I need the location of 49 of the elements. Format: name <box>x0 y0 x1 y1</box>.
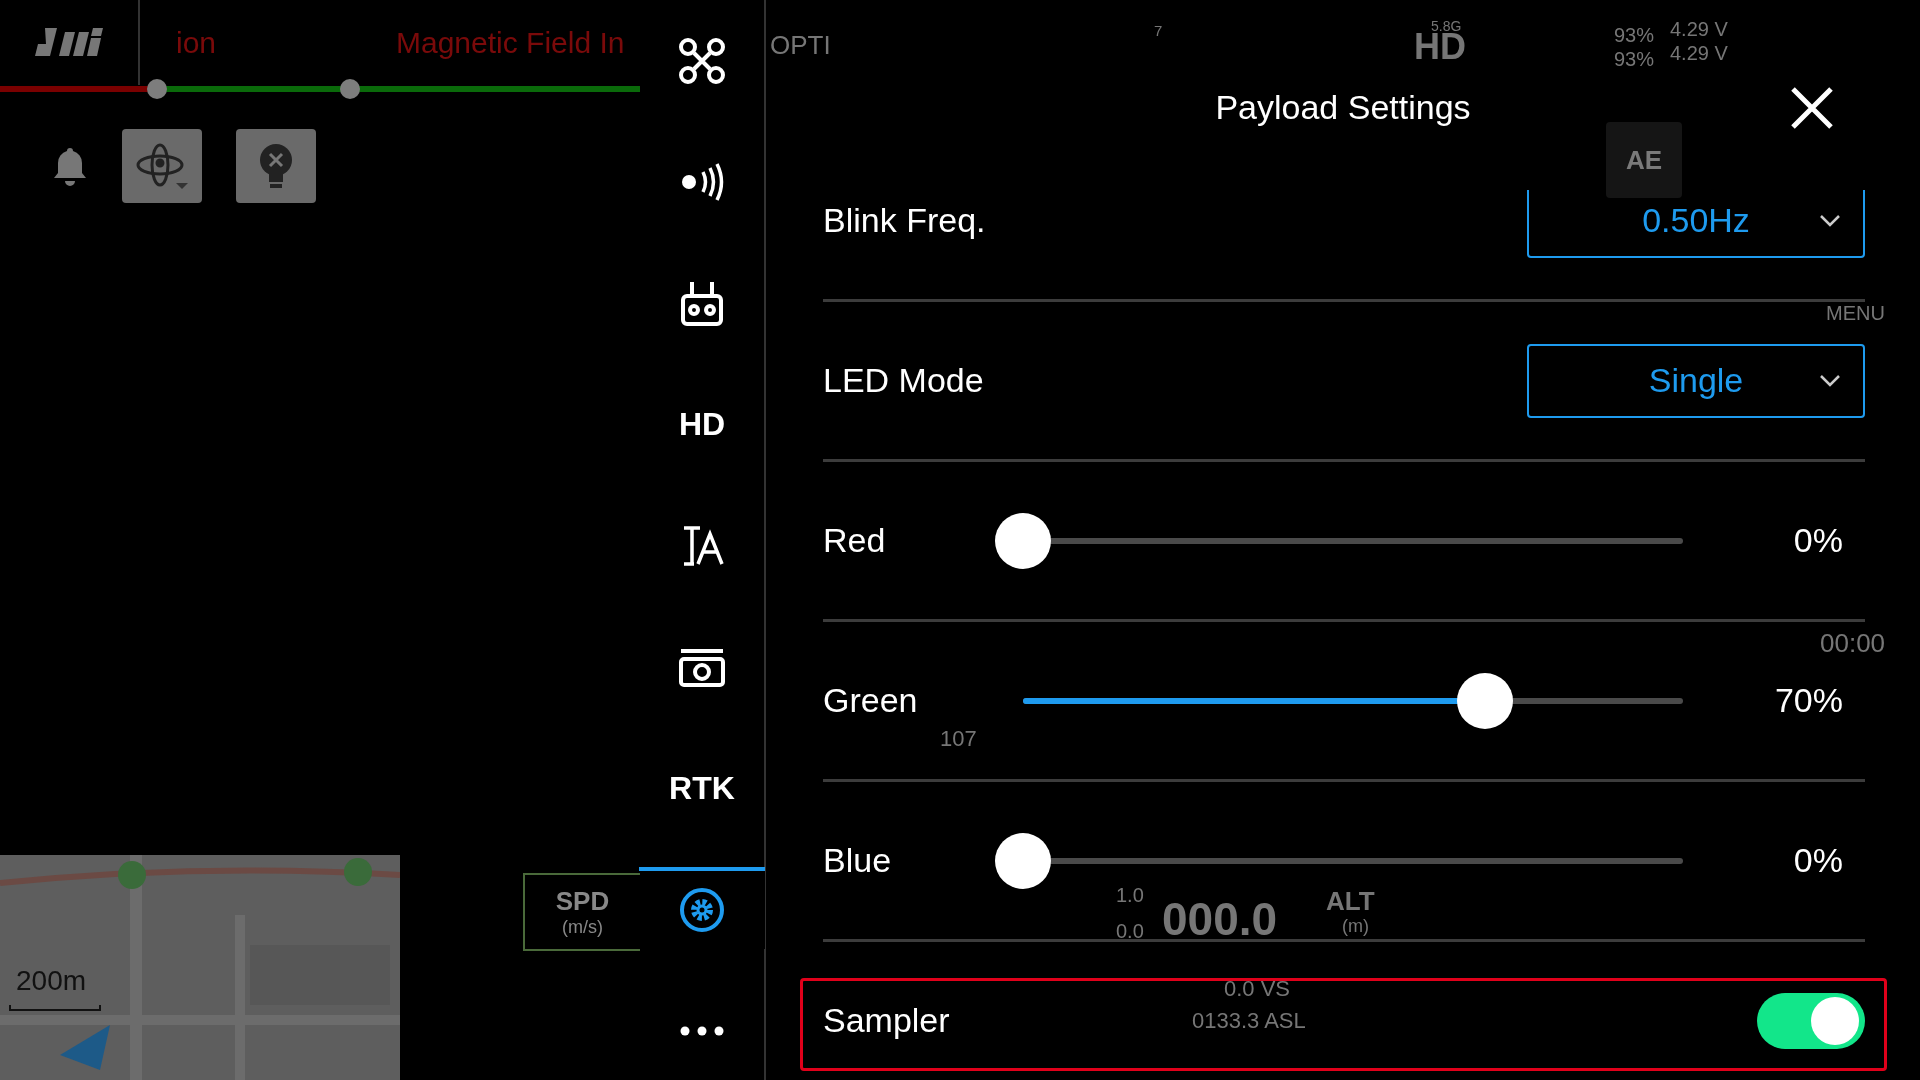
nav-tab[interactable]: RTK <box>639 745 765 828</box>
mode-text: OPTI <box>770 30 831 61</box>
chevron-down-icon <box>1819 373 1841 388</box>
light-off-button[interactable] <box>236 129 316 203</box>
map-scale-text: 200m <box>16 965 87 997</box>
settings-icon <box>678 885 726 934</box>
gimbal-button[interactable] <box>122 129 202 203</box>
remote-controller-icon <box>680 279 724 328</box>
dropdown[interactable]: Single <box>1527 343 1865 418</box>
setting-label: Blue <box>823 841 892 880</box>
nav-tab[interactable]: HD <box>639 381 765 464</box>
scale-text: 1.0 <box>1116 884 1144 907</box>
dropdown[interactable]: 0.50Hz <box>1527 190 1865 258</box>
heading-text: 107 <box>940 726 977 752</box>
setting-label: Red <box>823 521 886 560</box>
altitude-unit: (m) <box>1342 916 1369 937</box>
setting-label: LED Mode <box>823 361 984 400</box>
slider-value: 0% <box>1792 521 1843 560</box>
warning-text: Magnetic Field In <box>396 25 625 60</box>
panel-title: Payload Settings <box>1215 88 1471 127</box>
altitude-label: ALT <box>1326 886 1375 917</box>
menu-text: MENU <box>1826 302 1885 325</box>
more-icon <box>680 1026 724 1036</box>
voltage-text: 4.29 V <box>1670 42 1728 65</box>
slider-value: 0% <box>1792 841 1843 880</box>
chevron-down-icon <box>1819 213 1841 228</box>
bell-icon <box>52 146 88 186</box>
band-text: 5.8G <box>1431 18 1462 34</box>
battery-text: 93% <box>1614 48 1655 71</box>
timer-text: 00:00 <box>1820 628 1886 659</box>
setting-label: Green <box>823 681 918 720</box>
scale-text: 0.0 <box>1116 920 1144 943</box>
drone-icon <box>678 37 726 85</box>
slider-value: 70% <box>1773 681 1843 720</box>
status-text: ion <box>176 25 218 60</box>
setting-label: Sampler <box>823 1001 950 1040</box>
vertical-speed-text: 0.0 VS <box>1224 976 1291 1002</box>
speed-label: SPD <box>555 886 610 917</box>
battery-text: 93% <box>1614 24 1655 47</box>
satellite-count: 7 <box>1154 22 1163 39</box>
speed-unit: (m/s) <box>562 917 603 938</box>
close-button[interactable] <box>1790 86 1834 130</box>
setting-label: Blink Freq. <box>823 201 986 240</box>
altitude-value: 000.0 <box>1162 892 1278 946</box>
camera-icon <box>679 647 725 688</box>
ae-lock-button[interactable]: AE <box>1606 122 1682 198</box>
close-icon <box>1790 86 1834 130</box>
voltage-text: 4.29 V <box>1670 18 1728 41</box>
altitude-asl-text: 0133.3 ASL <box>1192 1008 1306 1034</box>
